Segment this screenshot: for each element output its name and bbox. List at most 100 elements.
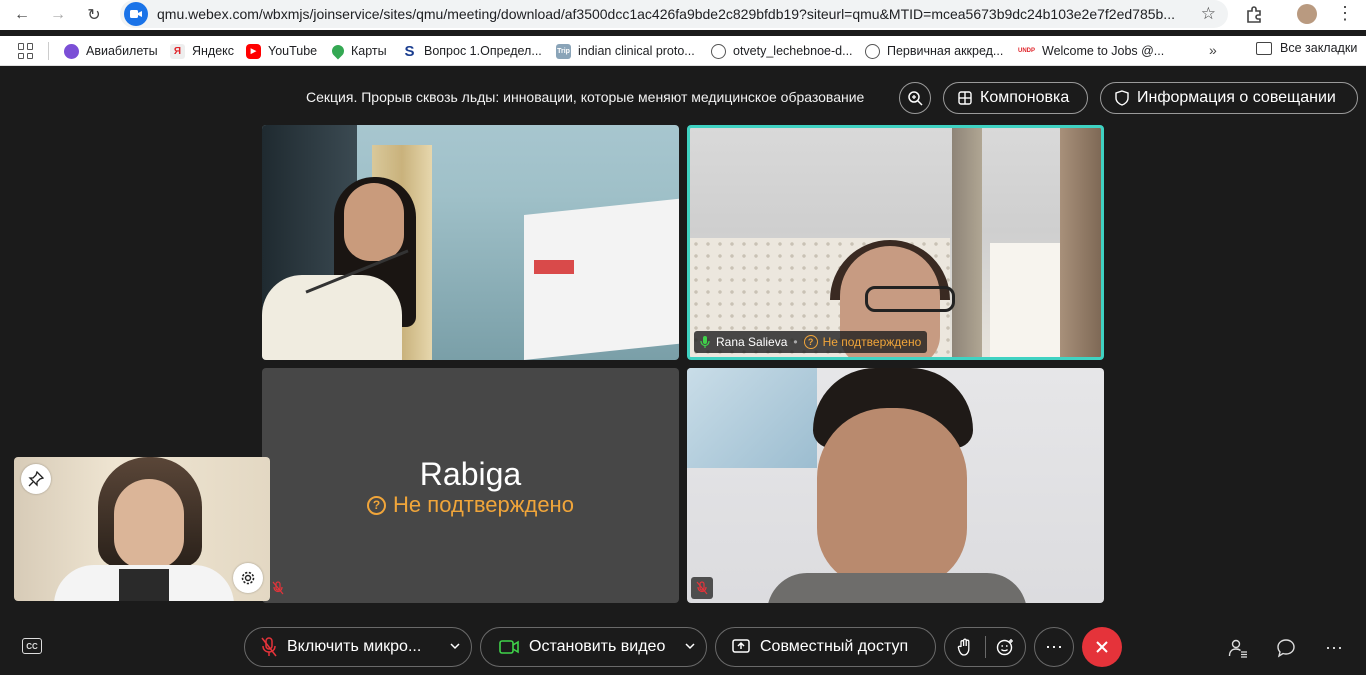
raise-hand-button[interactable] [945, 627, 985, 667]
pin-button[interactable] [21, 464, 51, 494]
reactions-button[interactable] [985, 627, 1025, 667]
yandex-icon: Я [170, 43, 185, 59]
all-bookmarks-label: Все закладки [1280, 41, 1358, 55]
bookmark-label: otvety_lechebnoe-d... [733, 44, 853, 58]
bookmark-label: Вопрос 1.Определ... [424, 44, 542, 58]
layout-grid-icon [958, 91, 972, 105]
site-info-icon[interactable] [124, 2, 148, 26]
profile-avatar[interactable] [1297, 4, 1317, 24]
url-text[interactable]: qmu.webex.com/wbxmjs/joinservice/sites/q… [157, 6, 1177, 22]
globe-icon [711, 43, 726, 59]
stop-video-label: Остановить видео [529, 638, 666, 655]
bookmark-label: indian clinical proto... [578, 44, 695, 58]
microphone-muted-icon [261, 637, 277, 657]
share-button[interactable]: Совместный доступ [715, 627, 936, 667]
projection-slide [534, 260, 574, 274]
chat-bubble-icon [1277, 639, 1295, 658]
browser-toolbar: ← → ↻ qmu.webex.com/wbxmjs/joinservice/s… [0, 0, 1366, 30]
bookmark-label: Карты [351, 44, 387, 58]
leave-meeting-button[interactable] [1082, 627, 1122, 667]
apps-grid-icon[interactable] [18, 43, 34, 59]
meeting-info-button[interactable]: Информация о совещании [1100, 82, 1358, 114]
reactions-group [944, 627, 1026, 667]
address-bar[interactable]: qmu.webex.com/wbxmjs/joinservice/sites/q… [120, 0, 1228, 28]
video-background [952, 128, 982, 357]
more-dots-icon: ⋯ [1325, 637, 1343, 658]
projection-screen [524, 198, 679, 360]
bookmark-otvety[interactable]: otvety_lechebnoe-d... [711, 41, 853, 61]
more-panels-button[interactable]: ⋯ [1323, 637, 1345, 659]
participant-video [767, 573, 1027, 603]
bookmark-youtube[interactable]: ▶ YouTube [246, 41, 317, 61]
jobs-icon: UNDP [1018, 48, 1036, 54]
extensions-icon[interactable] [1244, 4, 1264, 24]
self-video [119, 569, 169, 601]
close-icon [1096, 641, 1108, 653]
question-icon: ? [367, 495, 387, 515]
pin-icon [28, 471, 44, 487]
video-background [1060, 128, 1101, 357]
bookmark-star-icon[interactable]: ☆ [1201, 4, 1216, 24]
raise-hand-icon [957, 638, 970, 656]
unmute-button[interactable]: Включить микро... [244, 627, 472, 667]
bookmark-aviabilety[interactable]: Авиабилеты [64, 41, 158, 61]
video-tile-participant[interactable] [687, 368, 1104, 603]
all-bookmarks-folder[interactable]: Все закладки [1256, 41, 1357, 55]
microphone-active-icon [700, 335, 710, 349]
video-settings-button[interactable] [233, 563, 263, 593]
forward-arrow-icon[interactable]: → [46, 3, 70, 27]
share-screen-icon [732, 639, 750, 655]
participant-video [262, 275, 402, 360]
participants-icon [1228, 639, 1247, 658]
bookmark-jobs[interactable]: UNDP Welcome to Jobs @... [1018, 41, 1164, 61]
question-icon: ? [803, 335, 818, 349]
layout-label: Компоновка [980, 89, 1070, 106]
bookmark-yandex[interactable]: Я Яндекс [170, 41, 234, 61]
browser-menu-icon[interactable]: ⋮ [1336, 3, 1354, 24]
bookmarks-separator [48, 42, 49, 60]
bookmark-pervichnaya[interactable]: Первичная аккред... [865, 41, 1003, 61]
video-background [990, 243, 1060, 357]
video-tile-presenter[interactable] [262, 125, 679, 360]
chevron-down-icon[interactable] [684, 640, 696, 652]
closed-captions-icon[interactable]: CC [22, 638, 42, 654]
youtube-icon: ▶ [246, 43, 261, 59]
unverified-label: Не подтверждено [822, 335, 922, 349]
video-background [687, 368, 817, 468]
more-bookmarks-icon[interactable]: » [1209, 42, 1217, 58]
meeting-title: Секция. Прорыв сквозь льды: инновации, к… [306, 89, 865, 105]
share-label: Совместный доступ [760, 638, 909, 655]
s-logo-icon: S [404, 42, 415, 60]
unverified-status: ? Не подтверждено [262, 492, 679, 518]
zoom-button[interactable] [899, 82, 931, 114]
video-tile-rabiga[interactable]: Rabiga ? Не подтверждено [262, 368, 679, 603]
globe-icon [865, 43, 880, 59]
muted-badge [691, 577, 713, 599]
maps-pin-icon [329, 42, 347, 60]
back-arrow-icon[interactable]: ← [10, 3, 34, 27]
shield-icon [1115, 90, 1129, 106]
bookmark-label: Welcome to Jobs @... [1042, 44, 1165, 58]
participant-name: Rana Salieva [716, 335, 788, 349]
more-options-button[interactable]: ⋯ [1034, 627, 1074, 667]
gear-icon [241, 571, 255, 585]
microphone-muted-icon [696, 581, 708, 595]
bookmark-indian-clinical[interactable]: Trip indian clinical proto... [556, 41, 695, 61]
participants-button[interactable] [1227, 637, 1249, 659]
bookmark-maps[interactable]: Карты [329, 41, 387, 61]
participant-video [344, 183, 404, 261]
stop-video-button[interactable]: Остановить видео [480, 627, 707, 667]
chat-button[interactable] [1275, 637, 1297, 659]
bookmark-vopros[interactable]: S Вопрос 1.Определ... [402, 41, 542, 61]
layout-button[interactable]: Компоновка [943, 82, 1088, 114]
unverified-label: Не подтверждено [393, 492, 574, 517]
chevron-down-icon[interactable] [449, 640, 461, 652]
participant-video [817, 408, 967, 588]
unverified-status: ? Не подтверждено [803, 335, 922, 349]
microphone-muted-icon [270, 580, 286, 596]
video-tile-rana-salieva[interactable]: Rana Salieva • ? Не подтверждено [687, 125, 1104, 360]
reload-icon[interactable]: ↻ [82, 3, 106, 27]
self-view-video[interactable] [14, 457, 270, 601]
emoji-add-icon [997, 639, 1014, 656]
self-video [114, 479, 184, 569]
